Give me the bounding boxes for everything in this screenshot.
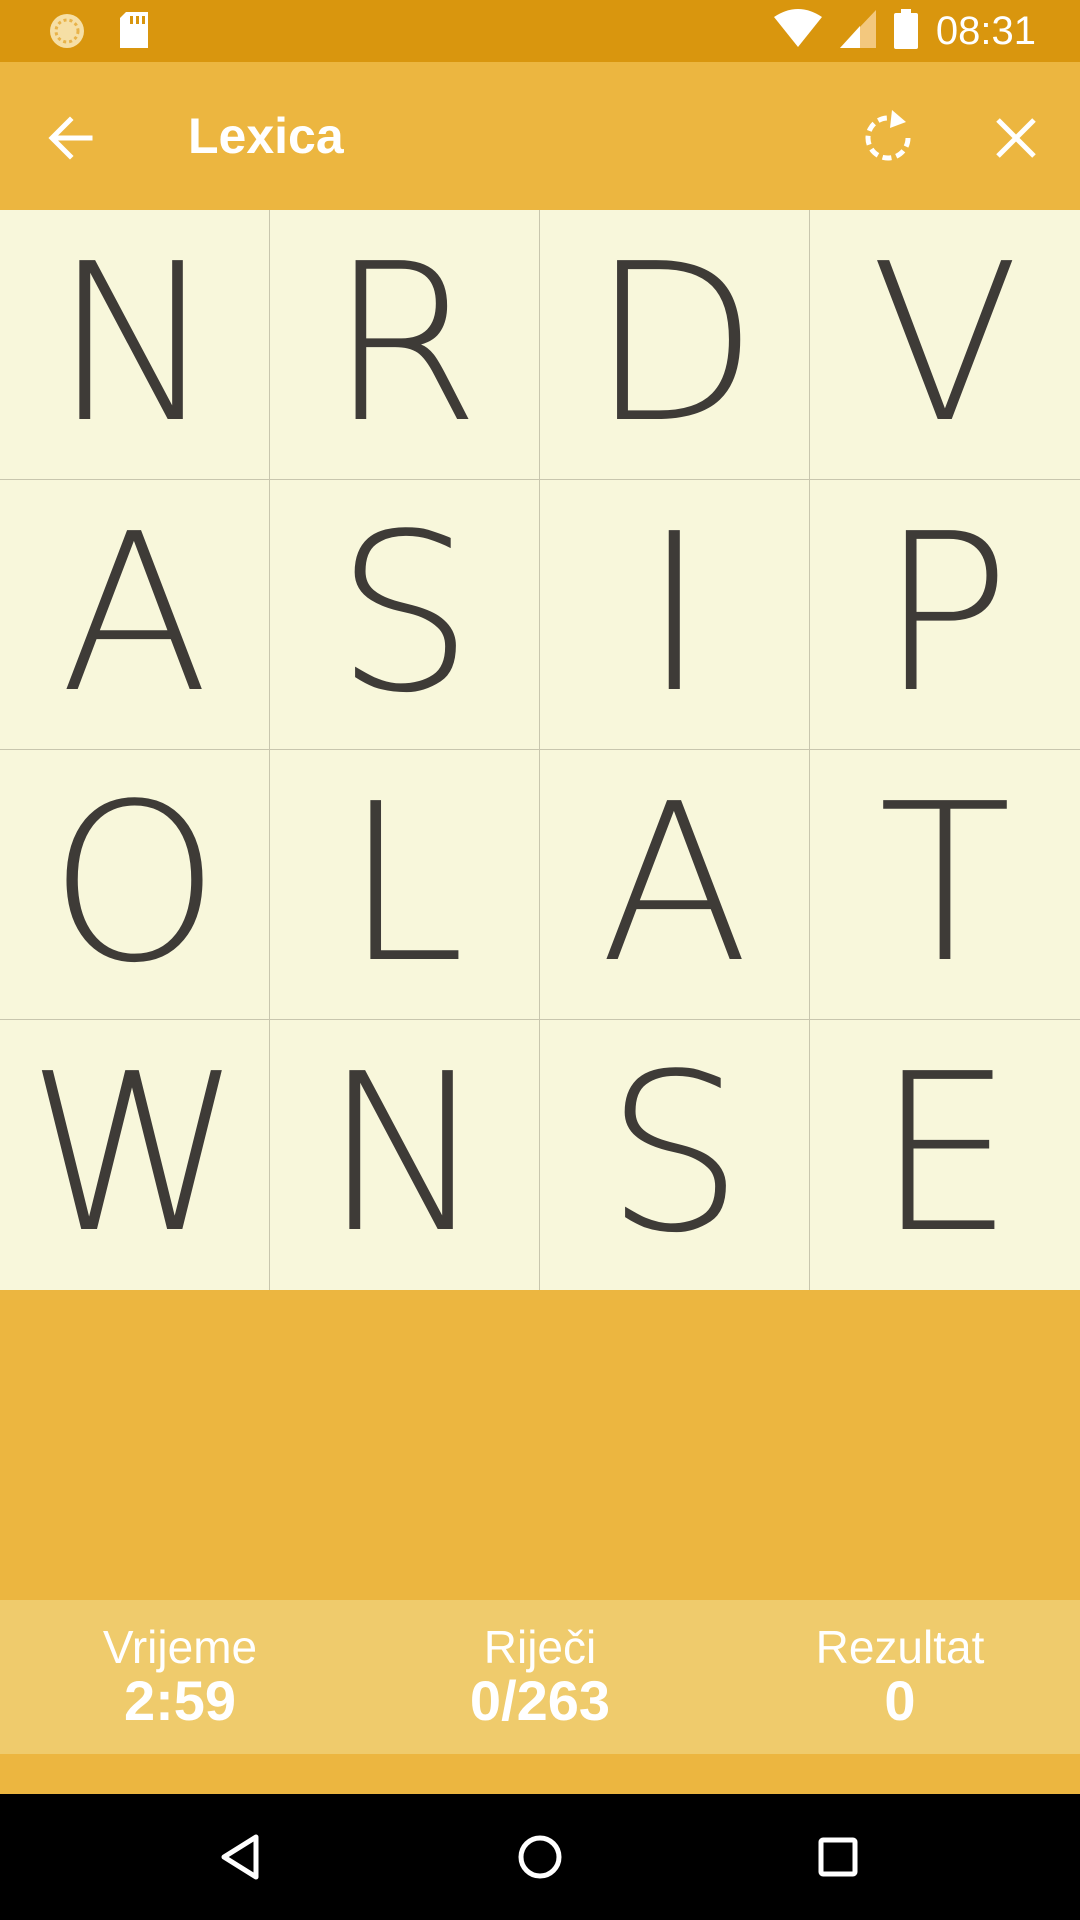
words-value: 0/263 [469,1669,611,1732]
nav-back-icon[interactable] [212,1827,272,1887]
letter-tile[interactable]: I [540,480,810,750]
nav-recents-icon[interactable] [808,1827,868,1887]
letter-tile[interactable]: T [810,750,1080,1020]
status-clock: 08:31 [935,9,1036,53]
score-stat: Rezultat 0 [750,1622,1050,1730]
letter-tile[interactable]: A [540,750,810,1020]
letter-tile[interactable]: A [0,480,270,750]
status-bar: 08:31 [0,0,1080,62]
sync-icon [48,12,86,55]
letter-tile[interactable]: V [810,210,1080,480]
time-value: 2:59 [123,1669,237,1732]
letter-grid: N R D V A S I P O L A T W N S E [0,210,1080,1290]
score-value: 0 [884,1669,916,1732]
time-label: Vrijeme [102,1621,258,1673]
navigation-bar [0,1794,1080,1920]
letter-tile[interactable]: N [270,1020,540,1290]
app-title: Lexica [188,108,344,164]
current-word-area [0,1290,1080,1600]
nav-home-icon[interactable] [510,1827,570,1887]
bottom-strip [0,1754,1080,1794]
letter-tile[interactable]: E [810,1020,1080,1290]
letter-tile[interactable]: O [0,750,270,1020]
sd-card-icon [118,12,150,55]
restart-icon[interactable] [852,102,924,174]
letter-tile[interactable]: R [270,210,540,480]
signal-icon [839,9,876,53]
score-label: Rezultat [815,1621,985,1673]
wifi-icon [773,8,822,54]
battery-icon [893,8,918,54]
letter-tile[interactable]: S [270,480,540,750]
words-stat[interactable]: Riječi 0/263 [390,1622,690,1730]
letter-tile[interactable]: W [0,1020,270,1290]
letter-tile[interactable]: P [810,480,1080,750]
letter-tile[interactable]: D [540,210,810,480]
app-bar: Lexica [0,62,1080,210]
letter-tile[interactable]: S [540,1020,810,1290]
time-stat: Vrijeme 2:59 [30,1622,330,1730]
back-arrow-icon[interactable] [40,106,104,170]
words-label: Riječi [483,1621,597,1673]
letter-tile[interactable]: L [270,750,540,1020]
letter-tile[interactable]: N [0,210,270,480]
stats-bar: Vrijeme 2:59 Riječi 0/263 Rezultat 0 [0,1600,1080,1754]
close-icon[interactable] [980,102,1052,174]
